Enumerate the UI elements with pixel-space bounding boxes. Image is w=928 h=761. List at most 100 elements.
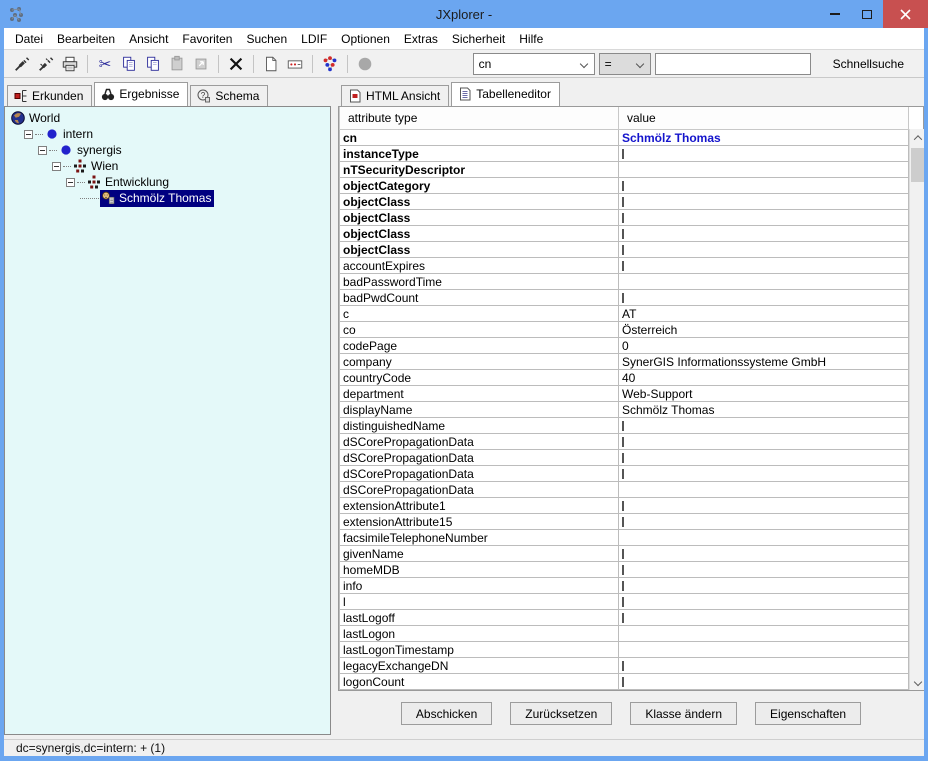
attribute-value-cell[interactable]: [619, 530, 909, 546]
quick-search-button[interactable]: Schnellsuche: [827, 54, 910, 74]
attribute-value-cell[interactable]: [619, 594, 909, 610]
scrollbar-thumb[interactable]: [911, 148, 924, 182]
attribute-row: departmentWeb-Support: [340, 386, 909, 402]
paste-alias-icon[interactable]: [189, 53, 213, 75]
attribute-value-cell[interactable]: [619, 226, 909, 242]
disconnect-icon[interactable]: [34, 53, 58, 75]
attribute-value-cell[interactable]: [619, 162, 909, 178]
search-operator-select[interactable]: =: [599, 53, 651, 75]
table-scrollbar[interactable]: [909, 129, 924, 690]
tree-expander-icon[interactable]: [66, 178, 75, 187]
attribute-row: dSCorePropagationData: [340, 434, 909, 450]
attribute-type-cell: distinguishedName: [340, 418, 619, 434]
attribute-value-cell[interactable]: SynerGIS Informationssysteme GmbH: [619, 354, 909, 370]
attribute-value-cell[interactable]: [619, 210, 909, 226]
quick-search-input[interactable]: [655, 53, 811, 75]
menu-item-ldif[interactable]: LDIF: [294, 30, 334, 48]
maximize-button[interactable]: [851, 0, 883, 28]
new-entry-icon[interactable]: [259, 53, 283, 75]
attribute-value-cell[interactable]: [619, 418, 909, 434]
menu-item-optionen[interactable]: Optionen: [334, 30, 397, 48]
tab-ergebnisse[interactable]: Ergebnisse: [94, 82, 188, 106]
copy-dn-icon[interactable]: [141, 53, 165, 75]
attribute-value-cell[interactable]: 40: [619, 370, 909, 386]
right-tab-bar: HTML Ansicht Tabelleneditor: [338, 82, 924, 106]
tree-node[interactable]: intern: [5, 126, 330, 142]
copy-icon[interactable]: [117, 53, 141, 75]
close-button[interactable]: [883, 0, 928, 28]
tab-tabelleneditor[interactable]: Tabelleneditor: [451, 82, 560, 106]
attribute-row: lastLogoff: [340, 610, 909, 626]
attribute-value-cell[interactable]: [619, 514, 909, 530]
html-view-icon: [348, 89, 362, 103]
menu-item-suchen[interactable]: Suchen: [239, 30, 294, 48]
attribute-value-cell[interactable]: [619, 194, 909, 210]
connect-icon[interactable]: [10, 53, 34, 75]
clipped-value-fragment: [622, 453, 624, 463]
attribute-value-cell[interactable]: 0: [619, 338, 909, 354]
attribute-value-cell[interactable]: [619, 450, 909, 466]
tree-expander-icon[interactable]: [38, 146, 47, 155]
panel-splitter[interactable]: [331, 78, 338, 739]
jxplorer-logo-icon[interactable]: [318, 53, 342, 75]
tree-node[interactable]: Schmölz Thomas: [5, 190, 330, 206]
menu-item-favoriten[interactable]: Favoriten: [175, 30, 239, 48]
tree-node[interactable]: Entwicklung: [5, 174, 330, 190]
attribute-value-cell[interactable]: [619, 642, 909, 658]
attribute-value-cell[interactable]: Schmölz Thomas: [619, 402, 909, 418]
menu-item-datei[interactable]: Datei: [8, 30, 50, 48]
minimize-button[interactable]: [819, 0, 851, 28]
attribute-value-cell[interactable]: [619, 274, 909, 290]
attribute-value-cell[interactable]: [619, 626, 909, 642]
menu-item-sicherheit[interactable]: Sicherheit: [445, 30, 512, 48]
delete-icon[interactable]: [224, 53, 248, 75]
attribute-value-cell[interactable]: AT: [619, 306, 909, 322]
change-class-button[interactable]: Klasse ändern: [630, 702, 737, 725]
attribute-value-cell[interactable]: [619, 434, 909, 450]
tree-node[interactable]: synergis: [5, 142, 330, 158]
tree-node[interactable]: World: [5, 110, 330, 126]
attribute-value-cell[interactable]: [619, 146, 909, 162]
stop-icon[interactable]: [353, 53, 377, 75]
scroll-up-icon[interactable]: [910, 129, 924, 146]
attribute-value-cell[interactable]: [619, 546, 909, 562]
status-text: dc=synergis,dc=intern: + (1): [16, 741, 165, 755]
column-header-attribute-type[interactable]: attribute type: [340, 107, 619, 130]
properties-button[interactable]: Eigenschaften: [755, 702, 861, 725]
tab-schema[interactable]: ? Schema: [190, 85, 268, 106]
attribute-value-cell[interactable]: Schmölz Thomas: [619, 130, 909, 146]
tree-expander-icon[interactable]: [52, 162, 61, 171]
attribute-value-cell[interactable]: [619, 178, 909, 194]
attribute-value-cell[interactable]: [619, 562, 909, 578]
scroll-down-icon[interactable]: [910, 673, 924, 690]
attribute-row: logonCount: [340, 674, 909, 690]
print-icon[interactable]: [58, 53, 82, 75]
menu-item-hilfe[interactable]: Hilfe: [512, 30, 550, 48]
column-header-value[interactable]: value: [619, 107, 909, 130]
paste-icon[interactable]: [165, 53, 189, 75]
attribute-value-cell[interactable]: [619, 578, 909, 594]
attribute-value-cell[interactable]: [619, 658, 909, 674]
attribute-value-cell[interactable]: [619, 482, 909, 498]
attribute-value-cell[interactable]: [619, 290, 909, 306]
menu-item-bearbeiten[interactable]: Bearbeiten: [50, 30, 122, 48]
cut-icon[interactable]: ✂: [93, 53, 117, 75]
attribute-value-cell[interactable]: [619, 258, 909, 274]
reset-button[interactable]: Zurücksetzen: [510, 702, 612, 725]
search-attribute-select[interactable]: cn: [473, 53, 595, 75]
attribute-value-cell[interactable]: [619, 498, 909, 514]
attribute-value-cell[interactable]: Web-Support: [619, 386, 909, 402]
tab-erkunden[interactable]: Erkunden: [7, 85, 92, 106]
tab-html-ansicht[interactable]: HTML Ansicht: [341, 85, 449, 106]
attribute-value-cell[interactable]: [619, 610, 909, 626]
menu-item-extras[interactable]: Extras: [397, 30, 445, 48]
attribute-value-cell[interactable]: [619, 674, 909, 690]
submit-button[interactable]: Abschicken: [401, 702, 492, 725]
tree-expander-icon[interactable]: [24, 130, 33, 139]
menu-item-ansicht[interactable]: Ansicht: [122, 30, 175, 48]
attribute-value-cell[interactable]: [619, 242, 909, 258]
tree-node[interactable]: Wien: [5, 158, 330, 174]
rename-icon[interactable]: [283, 53, 307, 75]
attribute-value-cell[interactable]: Österreich: [619, 322, 909, 338]
attribute-value-cell[interactable]: [619, 466, 909, 482]
